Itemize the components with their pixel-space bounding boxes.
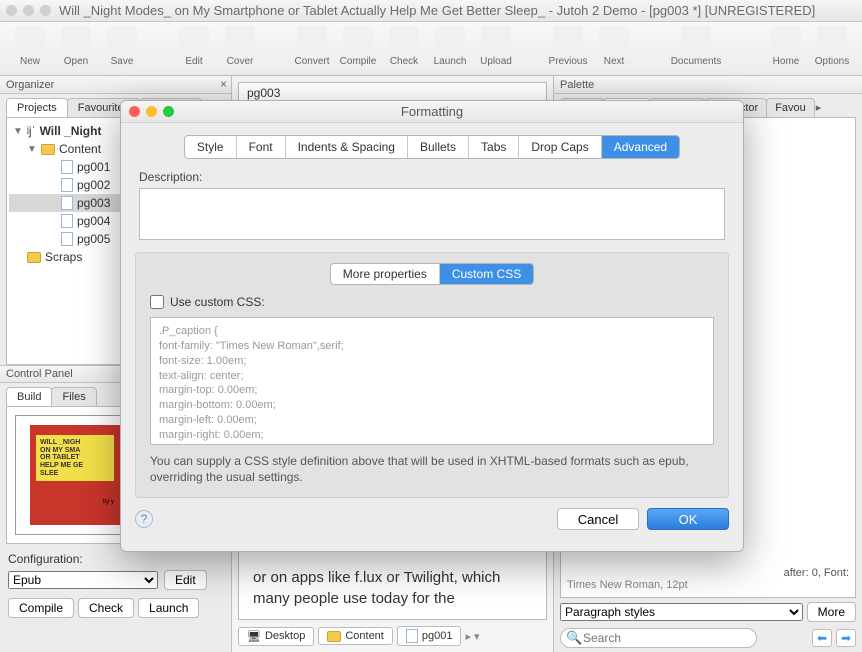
help-icon[interactable]: ?: [135, 510, 153, 528]
custom-css-textarea[interactable]: .P_caption { font-family: "Times New Rom…: [150, 317, 714, 445]
tab-tabs[interactable]: Tabs: [469, 136, 519, 158]
tab-bullets[interactable]: Bullets: [408, 136, 469, 158]
css-help-note: You can supply a CSS style definition ab…: [150, 453, 714, 485]
use-custom-css-checkbox[interactable]: [150, 295, 164, 309]
description-field[interactable]: [139, 188, 725, 240]
tab-font[interactable]: Font: [237, 136, 286, 158]
tab-advanced[interactable]: Advanced: [602, 136, 679, 158]
use-custom-css-label: Use custom CSS:: [170, 295, 265, 309]
description-label: Description:: [139, 170, 202, 184]
dialog-traffic-lights[interactable]: [129, 106, 174, 117]
tab-indents[interactable]: Indents & Spacing: [286, 136, 408, 158]
more-properties-tab[interactable]: More properties: [331, 264, 440, 284]
formatting-tabs: Style Font Indents & Spacing Bullets Tab…: [184, 135, 680, 159]
formatting-dialog: Formatting Style Font Indents & Spacing …: [120, 100, 744, 552]
cancel-button[interactable]: Cancel: [557, 508, 639, 530]
custom-css-tab[interactable]: Custom CSS: [440, 264, 533, 284]
dialog-titlebar: Formatting: [121, 101, 743, 123]
tab-style[interactable]: Style: [185, 136, 237, 158]
ok-button[interactable]: OK: [647, 508, 729, 530]
tab-dropcaps[interactable]: Drop Caps: [519, 136, 601, 158]
